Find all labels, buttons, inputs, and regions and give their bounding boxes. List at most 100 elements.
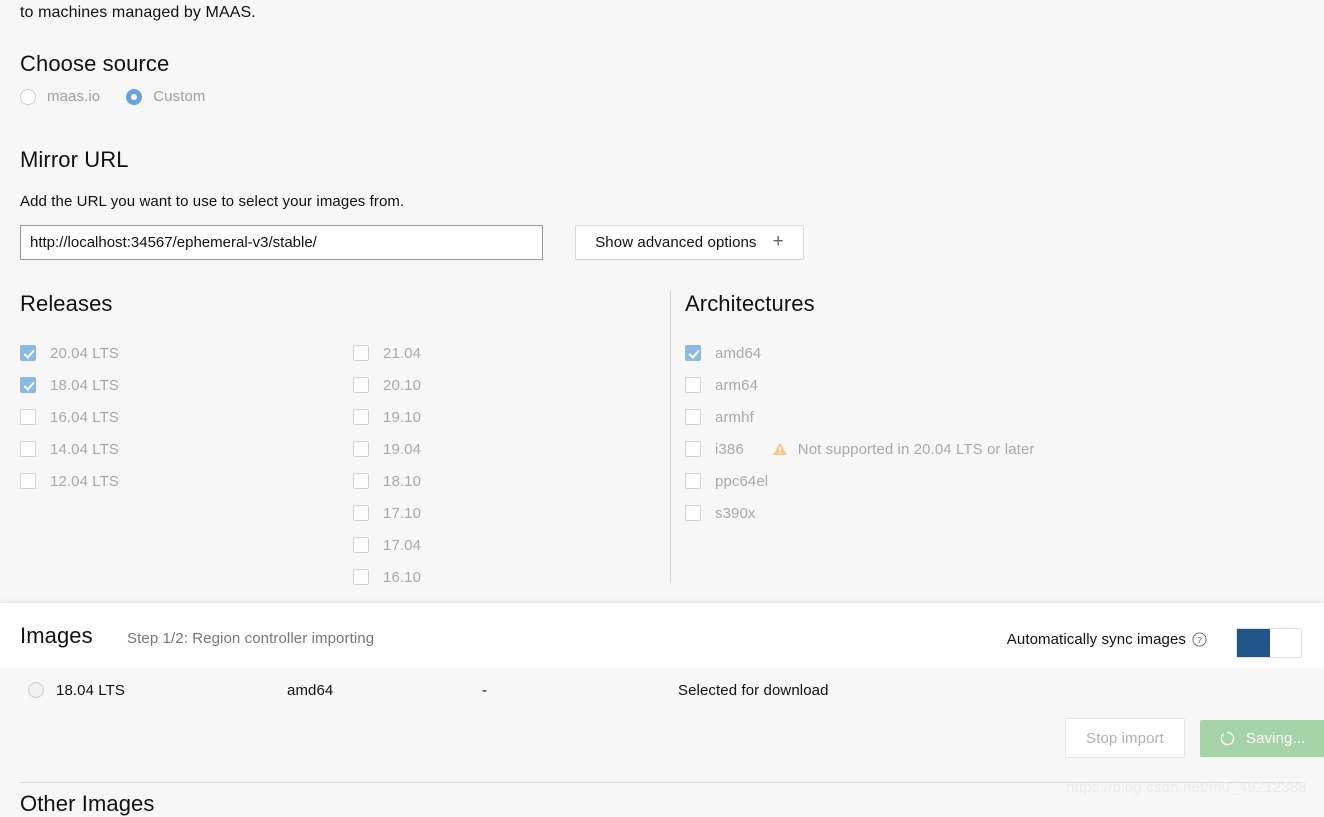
checkbox-label: arm64 [715,376,759,394]
checkbox-label: 14.04 LTS [50,440,120,458]
choose-source-heading: Choose source [20,51,170,76]
checkbox-label: ppc64el [715,472,769,490]
svg-text:?: ? [1197,635,1202,645]
checkbox-label: amd64 [715,344,762,362]
checkbox-icon [353,473,369,489]
show-advanced-options-label: Show advanced options [595,234,757,251]
checkbox-icon [685,473,701,489]
checkbox-label: 18.04 LTS [50,376,120,394]
checkbox-row[interactable]: 17.04 [353,529,421,561]
auto-sync-toggle[interactable] [1236,628,1302,658]
checkbox-row[interactable]: 12.04 LTS [20,465,119,497]
mirror-url-help-text: Add the URL you want to use to select yo… [20,193,405,210]
checkbox-label: 20.10 [383,376,422,394]
table-cell-architecture: amd64 [287,681,334,699]
releases-heading: Releases [20,291,113,316]
table-cell-size: - [482,681,488,699]
checkbox-row[interactable]: 14.04 LTS [20,433,119,465]
radio-label-custom: Custom [153,88,206,105]
checkbox-label: 19.04 [383,440,422,458]
show-advanced-options-button[interactable]: Show advanced options + [575,225,804,260]
question-circle-icon[interactable]: ? [1192,632,1207,647]
radio-label-maasio: maas.io [47,88,101,105]
architectures-heading: Architectures [685,291,815,316]
checkbox-label: 17.04 [383,536,422,554]
mirror-url-heading: Mirror URL [20,147,129,172]
releases-column-lts: 20.04 LTS 18.04 LTS 16.04 LTS 14.04 LTS … [20,337,119,497]
checkbox-icon [685,409,701,425]
row-radio-icon[interactable] [28,682,44,698]
checkbox-icon [353,345,369,361]
checkbox-label: i386 [715,440,744,458]
checkbox-icon [685,505,701,521]
checkbox-icon [20,377,36,393]
radio-circle-selected-icon [126,88,143,105]
checkbox-row[interactable]: i386 Not supported in 20.04 LTS or later [685,433,1034,465]
checkbox-row[interactable]: 18.04 LTS [20,369,119,401]
checkbox-label: 19.10 [383,408,422,426]
radio-option-custom[interactable]: Custom [126,88,205,105]
checkbox-row[interactable]: armhf [685,401,1034,433]
checkbox-icon [685,377,701,393]
checkbox-label: armhf [715,408,754,426]
checkbox-icon [353,409,369,425]
checkbox-row[interactable]: 18.10 [353,465,421,497]
checkbox-row[interactable]: 19.10 [353,401,421,433]
checkbox-label: s390x [715,504,756,522]
spinner-icon [1220,731,1235,746]
checkbox-row[interactable]: 16.10 [353,561,421,593]
radio-option-maasio[interactable]: maas.io [20,88,100,105]
architecture-warning-text: Not supported in 20.04 LTS or later [797,440,1035,458]
action-button-group: Stop import Saving... [0,718,1324,760]
watermark-text: https://blog.csdn.net/m0_49212388 [1066,779,1307,796]
checkbox-label: 20.04 LTS [50,344,120,362]
checkbox-icon [20,441,36,457]
auto-sync-label-group: Automatically sync images ? [1007,631,1207,648]
auto-sync-label: Automatically sync images [1006,631,1186,648]
checkbox-label: 12.04 LTS [50,472,120,490]
checkbox-row[interactable]: 20.04 LTS [20,337,119,369]
saving-button: Saving... [1200,720,1324,757]
table-cell-status: Selected for download [678,681,829,699]
checkbox-row[interactable]: amd64 [685,337,1034,369]
checkbox-icon [20,409,36,425]
releases-column-interim: 21.04 20.10 19.10 19.04 18.10 17.10 17.0… [353,337,421,593]
toggle-knob [1237,629,1270,657]
checkbox-row[interactable]: 19.04 [353,433,421,465]
checkbox-row[interactable]: s390x [685,497,1034,529]
checkbox-row[interactable]: arm64 [685,369,1034,401]
checkbox-row[interactable]: 16.04 LTS [20,401,119,433]
checkbox-label: 18.10 [383,472,422,490]
checkbox-row[interactable]: 17.10 [353,497,421,529]
checkbox-icon [353,569,369,585]
radio-circle-icon [20,88,36,105]
stop-import-button[interactable]: Stop import [1065,718,1185,758]
table-cell-release: 18.04 LTS [28,682,125,699]
checkbox-label: 21.04 [383,344,422,362]
checkbox-row[interactable]: 21.04 [353,337,421,369]
checkbox-label: 17.10 [383,504,422,522]
checkbox-row[interactable]: 20.10 [353,369,421,401]
table-row[interactable]: 18.04 LTS amd64 - Selected for download [0,668,1324,712]
import-step-status: Step 1/2: Region controller importing [127,630,375,647]
checkbox-icon [20,345,36,361]
other-images-heading: Other Images [20,791,155,816]
checkbox-icon [685,441,701,457]
plus-icon: + [772,231,784,252]
images-table: 18.04 LTS amd64 - Selected for download [0,668,1324,712]
checkbox-icon [353,505,369,521]
intro-text: to machines managed by MAAS. [20,4,256,21]
images-heading: Images [20,623,93,648]
table-cell-release-text: 18.04 LTS [56,681,126,699]
checkbox-row[interactable]: ppc64el [685,465,1034,497]
architecture-warning: Not supported in 20.04 LTS or later [772,441,1035,458]
architectures-list: amd64 arm64 armhf i386 Not supported in … [685,337,1034,529]
saving-button-label: Saving... [1246,730,1306,747]
images-configuration-page: to machines managed by MAAS. Choose sour… [0,0,1324,816]
checkbox-label: 16.10 [383,568,422,586]
images-sticky-header: Images Step 1/2: Region controller impor… [0,602,1324,668]
checkbox-label: 16.04 LTS [50,408,120,426]
checkbox-icon [353,441,369,457]
mirror-url-input[interactable] [20,225,543,260]
checkbox-icon [20,473,36,489]
